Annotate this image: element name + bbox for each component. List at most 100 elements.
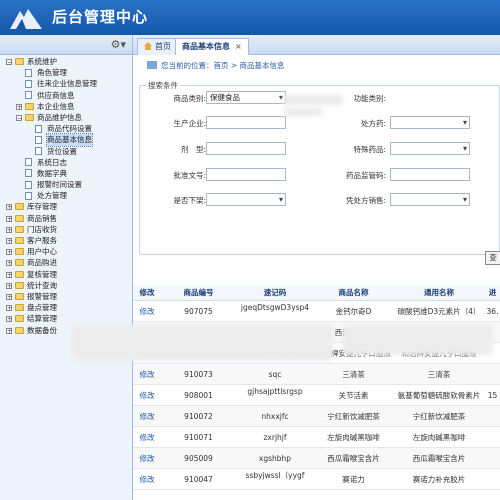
expand-icon[interactable]: +	[6, 226, 12, 233]
sidebar-item-label: 商品基本信息	[46, 133, 93, 147]
sidebar-item-label: 商品购进	[27, 258, 57, 268]
sidebar-item-label: 本企业信息	[37, 101, 75, 111]
dosage-input[interactable]	[206, 142, 286, 155]
expand-icon[interactable]: +	[6, 327, 12, 334]
cell-code: 905009	[184, 454, 213, 463]
expand-icon[interactable]: +	[6, 293, 12, 300]
sidebar-item[interactable]: 商品基本信息	[0, 133, 133, 147]
folder-icon	[15, 259, 24, 267]
expand-icon[interactable]: +	[6, 249, 12, 256]
expand-icon[interactable]: +	[6, 305, 12, 312]
tab-product-info-label: 商品基本信息	[182, 42, 230, 51]
table-row[interactable]: 修改 905009 xgshbhp 西瓜霜喉宝含片 西瓜霜喉宝含片	[133, 448, 500, 469]
cell-generic-name: 左旋肉碱黑咖啡	[412, 433, 466, 442]
document-icon	[25, 191, 32, 200]
cell-code: 910047	[184, 475, 213, 484]
sidebar-item[interactable]: − 商品维护信息	[0, 112, 133, 123]
cell-price	[485, 427, 500, 448]
sidebar-item[interactable]: 处方管理	[0, 190, 133, 201]
query-button[interactable]: 查	[485, 251, 500, 265]
producer-input[interactable]	[206, 116, 286, 129]
drug-mgmt-code-input[interactable]	[390, 168, 470, 181]
cell-edit-link[interactable]: 修改	[133, 301, 161, 322]
expand-icon[interactable]: +	[6, 282, 12, 289]
shelf-label: 是否下架:	[173, 196, 206, 205]
sidebar-item-label: 统计查询	[27, 280, 57, 290]
cell-edit-link[interactable]: 修改	[133, 448, 161, 469]
cell-generic-name: 宁红新饮减肥茶	[412, 412, 466, 421]
col-edit: 修改	[139, 288, 155, 297]
sidebar-item[interactable]: 货位设置	[0, 146, 133, 157]
folder-icon	[15, 292, 24, 300]
tab-product-info[interactable]: 商品基本信息 ×	[175, 38, 249, 55]
close-icon[interactable]: ×	[235, 42, 242, 51]
cell-price: 15	[487, 391, 498, 400]
sidebar-item[interactable]: 供应商信息	[0, 90, 133, 101]
sidebar-item[interactable]: + 统计查询	[0, 280, 133, 291]
cell-name: 宁红新饮减肥茶	[327, 412, 380, 421]
sidebar-item[interactable]: 往来企业信息管理	[0, 78, 133, 89]
sidebar-item[interactable]: + 客户服务	[0, 235, 133, 246]
sidebar-item[interactable]: 系统日志	[0, 157, 133, 168]
redaction-blur	[73, 325, 333, 361]
sidebar-item[interactable]: + 结算管理	[0, 313, 133, 324]
shelf-select[interactable]	[206, 193, 286, 206]
sidebar-item[interactable]: + 盘点管理	[0, 302, 133, 313]
cell-edit-link[interactable]: 修改	[133, 427, 161, 448]
tree-line-icon	[16, 70, 22, 76]
folder-icon	[25, 102, 34, 110]
sidebar-item[interactable]: + 用户中心	[0, 246, 133, 257]
sidebar-item-label: 处方管理	[37, 191, 67, 201]
expand-icon[interactable]: +	[6, 316, 12, 323]
table-row[interactable]: 修改 910072 nhxxjfc 宁红新饮减肥茶 宁红新饮减肥茶	[133, 406, 500, 427]
collapse-icon[interactable]: −	[16, 114, 22, 121]
approval-no-input[interactable]	[206, 168, 286, 181]
cell-code: 908001	[184, 391, 213, 400]
expand-icon[interactable]: +	[6, 260, 12, 267]
sidebar-item[interactable]: − 系统维护	[0, 56, 133, 67]
sidebar-item[interactable]: 数据字典	[0, 168, 133, 179]
sidebar-item[interactable]: + 本企业信息	[0, 101, 133, 112]
sidebar-item-label: 商品代码设置	[47, 124, 92, 134]
collapse-icon[interactable]: −	[6, 59, 12, 66]
sidebar-item-label: 往来企业信息管理	[37, 79, 97, 89]
expand-icon[interactable]: +	[6, 238, 12, 245]
cell-edit-link[interactable]: 修改	[133, 385, 161, 406]
sidebar-item[interactable]: + 门店收货	[0, 224, 133, 235]
sidebar-item[interactable]: 角色管理	[0, 67, 133, 78]
drug-mgmt-code-label: 药品监管码:	[345, 171, 386, 180]
tree-line-icon	[26, 126, 32, 132]
sidebar-item[interactable]: 报警时间设置	[0, 179, 133, 190]
cell-price: 36.	[486, 307, 499, 316]
rx-select[interactable]	[390, 116, 470, 129]
expand-icon[interactable]: +	[16, 103, 22, 110]
sidebar-item[interactable]: 商品代码设置	[0, 123, 133, 134]
expand-icon[interactable]: +	[6, 204, 12, 211]
special-drug-select[interactable]	[390, 142, 470, 155]
table-row[interactable]: 修改 907075 jgeqDtsgwD3ysp4 金钙尔奇D 碳酸钙维D3元素片（4）…	[133, 301, 500, 322]
expand-icon[interactable]: +	[6, 215, 12, 222]
sidebar-item[interactable]: + 报警管理	[0, 291, 133, 302]
table-row[interactable]: 修改 910073 sqc 三清茶 三清茶	[133, 364, 500, 385]
cell-edit-link[interactable]: 修改	[133, 406, 161, 427]
table-row[interactable]: 修改 908001 gjhsajpttlsrgsp 关节活素 氨基葡萄糖硫酸软骨素片 15	[133, 385, 500, 406]
tree-line-icon	[26, 137, 32, 143]
gear-icon[interactable]: ⚙▾	[111, 38, 126, 51]
tab-home[interactable]: 首页	[137, 38, 178, 55]
cell-edit-link[interactable]: 修改	[133, 469, 161, 490]
redaction-blur	[283, 108, 323, 116]
cell-code: 910071	[184, 433, 213, 442]
expand-icon[interactable]: +	[6, 271, 12, 278]
cell-short-code: sqc	[268, 370, 282, 379]
cell-edit-link[interactable]: 修改	[133, 364, 161, 385]
table-row[interactable]: 修改 910047 ssbyjwssl（yygf 赛诺力 赛诺力补充胶片	[133, 469, 500, 490]
sidebar-item[interactable]: + 复核管理	[0, 269, 133, 280]
category-select[interactable]: 保健食品	[206, 91, 286, 104]
voucher-select[interactable]	[390, 193, 470, 206]
sidebar-item[interactable]: + 库存管理	[0, 201, 133, 212]
sidebar-item[interactable]: + 商品购进	[0, 257, 133, 268]
cell-short-code: zxrjhjf	[263, 433, 287, 442]
table-row[interactable]: 修改 910071 zxrjhjf 左旋肉碱黑咖啡 左旋肉碱黑咖啡	[133, 427, 500, 448]
cell-name: 关节活素	[338, 391, 369, 400]
sidebar-item[interactable]: + 商品销售	[0, 213, 133, 224]
